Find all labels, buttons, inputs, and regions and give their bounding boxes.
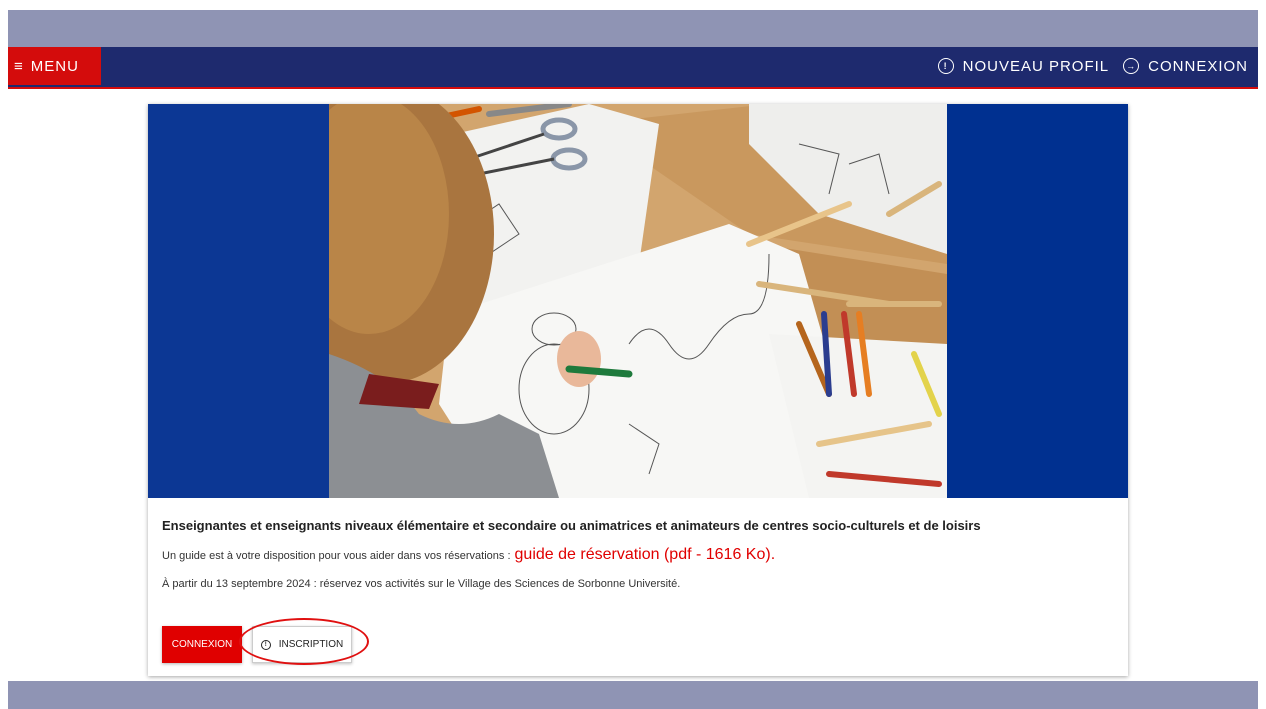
menu-label: MENU: [30, 57, 79, 75]
card-body: Enseignantes et enseignants niveaux élém…: [148, 498, 1128, 676]
new-profile-label: NOUVEAU PROFIL: [962, 57, 1110, 75]
user-profile-icon: !: [260, 639, 271, 650]
hero-right-pane: [947, 104, 1128, 498]
inscription-label: INSCRIPTION: [278, 639, 344, 650]
user-profile-icon: !: [937, 58, 954, 74]
login-link[interactable]: → CONNEXION: [1123, 58, 1248, 75]
top-navbar: ≡ MENU ! NOUVEAU PROFIL → CONNEXION: [8, 47, 1258, 89]
hero-left-pane: [148, 104, 329, 498]
hero-photo: [329, 104, 947, 498]
browser-frame-top: [0, 0, 1266, 47]
guide-line: Un guide est à votre disposition pour vo…: [162, 546, 775, 564]
frame-band: [8, 10, 1258, 47]
card-title: Enseignantes et enseignants niveaux élém…: [162, 518, 981, 533]
guide-intro-text: Un guide est à votre disposition pour vo…: [162, 550, 511, 562]
content-card: Enseignantes et enseignants niveaux élém…: [148, 104, 1128, 676]
guide-pdf-link[interactable]: guide de réservation (pdf - 1616 Ko).: [515, 546, 776, 564]
new-profile-link[interactable]: ! NOUVEAU PROFIL: [937, 57, 1110, 75]
hero-banner: [148, 104, 1128, 498]
nav-right-links: ! NOUVEAU PROFIL → CONNEXION: [924, 47, 1248, 85]
hamburger-icon: ≡: [14, 57, 24, 75]
connexion-button[interactable]: CONNEXION: [162, 626, 242, 663]
menu-button[interactable]: ≡ MENU: [8, 47, 101, 85]
inscription-button[interactable]: ! INSCRIPTION: [252, 626, 352, 663]
browser-frame-bottom: [8, 681, 1258, 709]
children-drawing-photo: [329, 104, 947, 498]
login-label: CONNEXION: [1148, 57, 1248, 75]
login-icon: →: [1123, 58, 1140, 74]
date-notice: À partir du 13 septembre 2024 : réservez…: [162, 578, 681, 590]
